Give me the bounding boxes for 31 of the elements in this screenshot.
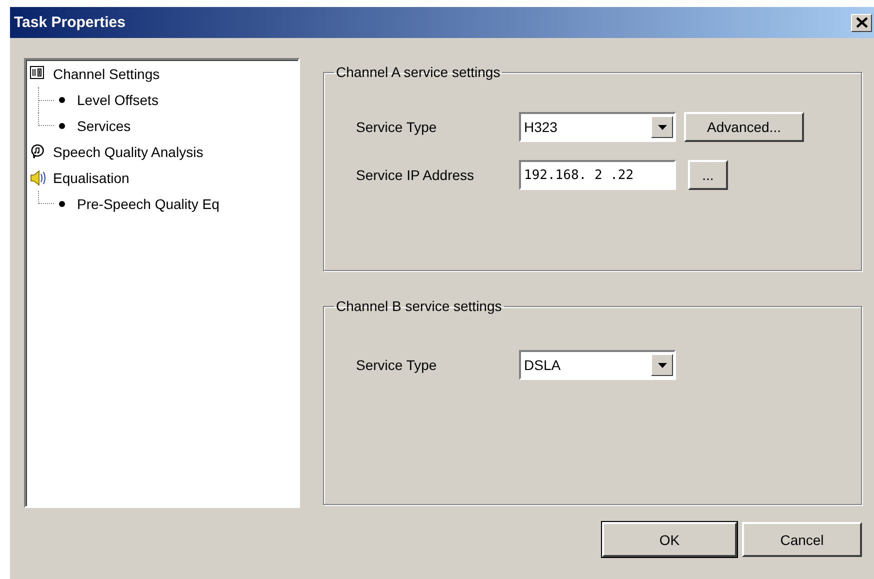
speaker-icon bbox=[30, 170, 46, 186]
caret-icon bbox=[658, 124, 666, 130]
dropdown[interactable]: DSLA bbox=[519, 350, 676, 380]
field-label: Service Type bbox=[356, 119, 438, 135]
window-title: Task Properties bbox=[14, 14, 126, 31]
grid-icon bbox=[30, 66, 46, 82]
tree-item[interactable]: Speech Quality Analysis bbox=[53, 144, 204, 160]
bullet-icon bbox=[59, 201, 65, 207]
tree-item[interactable]: Channel Settings bbox=[53, 66, 160, 82]
field-button[interactable]: ... bbox=[688, 160, 728, 190]
field-button[interactable]: Advanced... bbox=[684, 112, 804, 142]
field-label: Service Type bbox=[356, 357, 438, 373]
close-button[interactable] bbox=[851, 14, 872, 32]
bullet-icon bbox=[59, 97, 65, 103]
field-label: Service IP Address bbox=[356, 167, 476, 183]
dialog-button[interactable]: Cancel bbox=[742, 522, 862, 557]
group-title: Channel B service settings bbox=[335, 298, 503, 314]
ip-address-field[interactable]: 192.168. 2 .22 bbox=[519, 160, 676, 190]
dialog-button[interactable]: OK bbox=[602, 522, 737, 557]
dropdown[interactable]: H323 bbox=[519, 112, 676, 142]
tree-item[interactable]: Pre-Speech Quality Eq bbox=[77, 196, 220, 212]
speech-bubble-icon bbox=[30, 144, 46, 160]
tree-item[interactable]: Services bbox=[77, 118, 131, 134]
close-icon bbox=[856, 17, 868, 28]
bullet-icon bbox=[59, 123, 65, 129]
tree-item[interactable]: Level Offsets bbox=[77, 92, 158, 108]
dropdown-button[interactable] bbox=[651, 116, 673, 138]
group-title: Channel A service settings bbox=[335, 64, 502, 80]
caret-icon bbox=[658, 362, 666, 368]
tree-item[interactable]: Equalisation bbox=[53, 170, 130, 186]
dropdown-button[interactable] bbox=[651, 354, 673, 376]
